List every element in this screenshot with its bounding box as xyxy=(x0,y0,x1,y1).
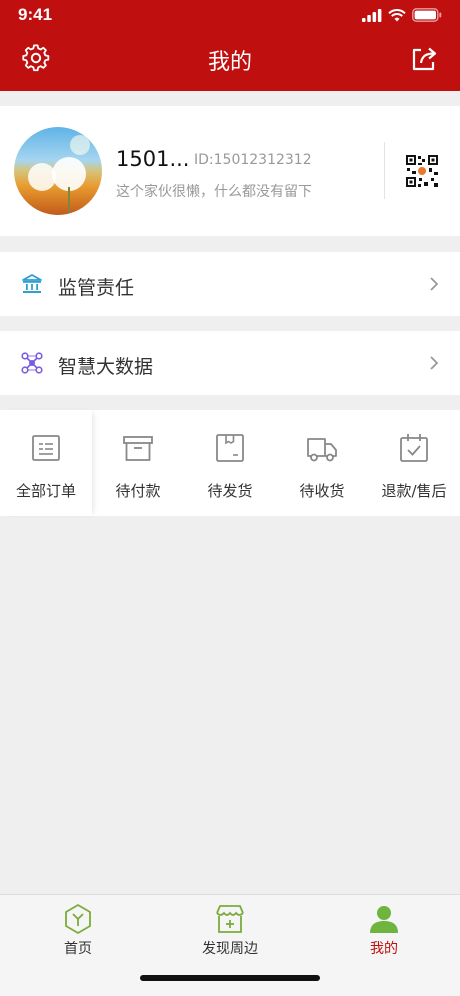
home-indicator xyxy=(140,975,320,981)
menu-item-label: 智慧大数据 xyxy=(58,356,154,378)
order-label: 待发货 xyxy=(207,482,253,500)
store-icon xyxy=(216,905,244,933)
tab-label: 发现周边 xyxy=(202,941,258,957)
network-icon xyxy=(21,352,43,374)
tab-label: 我的 xyxy=(370,941,398,957)
menu-item-label: 监管责任 xyxy=(58,277,135,299)
order-pending-receipt[interactable]: 待收货 xyxy=(276,410,368,516)
wifi-icon xyxy=(388,8,406,21)
chevron-right-icon xyxy=(430,356,439,370)
profile-card[interactable]: 1501... ID:15012312312 这个家伙很懒，什么都没有留下 xyxy=(0,106,460,236)
order-label: 待收货 xyxy=(299,482,345,500)
tab-discover[interactable]: 发现周边 xyxy=(190,895,274,965)
menu-item-supervision[interactable]: 监管责任 xyxy=(0,252,460,316)
page-title: 我的 xyxy=(207,50,252,75)
status-time: 9:41 xyxy=(18,5,53,24)
user-bio: 这个家伙很懒，什么都没有留下 xyxy=(116,184,312,200)
order-refund-aftersale[interactable]: 退款/售后 xyxy=(368,410,460,516)
orders-section: 全部订单 待付款 待发货 待收货 退款/售后 xyxy=(0,410,460,516)
tab-mine[interactable]: 我的 xyxy=(352,895,416,965)
status-icons xyxy=(362,8,442,22)
battery-icon xyxy=(412,8,442,22)
order-label: 退款/售后 xyxy=(381,482,447,500)
user-id: ID:15012312312 xyxy=(194,152,312,168)
menu-item-big-data[interactable]: 智慧大数据 xyxy=(0,331,460,395)
home-hexagon-icon xyxy=(65,904,91,934)
avatar[interactable] xyxy=(14,127,102,215)
share-icon xyxy=(412,47,437,71)
order-list-icon xyxy=(32,435,60,461)
qr-code-button[interactable] xyxy=(405,154,439,188)
order-pending-shipment[interactable]: 待发货 xyxy=(184,410,276,516)
tab-home[interactable]: 首页 xyxy=(46,895,110,965)
order-pending-payment[interactable]: 待付款 xyxy=(92,410,184,516)
person-icon xyxy=(370,906,398,933)
truck-icon xyxy=(307,438,337,462)
box-icon xyxy=(123,436,153,461)
order-label: 待付款 xyxy=(115,482,161,500)
order-label: 全部订单 xyxy=(15,482,76,500)
package-icon xyxy=(216,434,244,462)
username: 1501... xyxy=(116,147,190,171)
qr-code-icon xyxy=(405,154,439,188)
calendar-check-icon xyxy=(400,434,428,462)
chevron-right-icon xyxy=(430,277,439,291)
signal-icon xyxy=(362,8,382,22)
tab-label: 首页 xyxy=(64,941,92,957)
share-button[interactable] xyxy=(410,45,438,73)
profile-divider xyxy=(384,142,385,199)
order-all[interactable]: 全部订单 xyxy=(0,410,92,516)
bank-icon xyxy=(22,274,42,293)
app-header: 9:41 我的 xyxy=(0,0,460,91)
status-bar: 9:41 xyxy=(0,0,460,32)
